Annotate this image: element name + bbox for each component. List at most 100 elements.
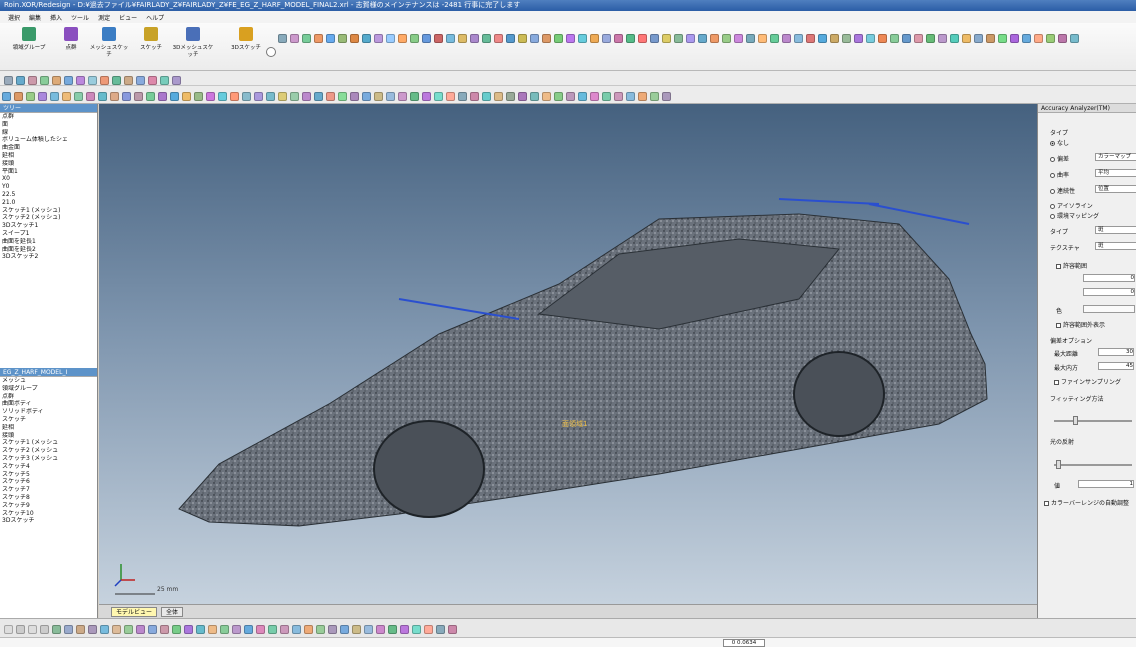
tool-icon-12[interactable] <box>410 33 419 43</box>
view-save-icon[interactable] <box>208 624 217 634</box>
tool-icon-45[interactable] <box>806 33 815 43</box>
region-icon[interactable] <box>112 624 121 634</box>
pan-icon[interactable] <box>146 91 155 101</box>
tree-item[interactable]: スケッチ2 (メッシュ) <box>0 214 97 222</box>
box-11-icon[interactable] <box>374 91 383 101</box>
tree-item[interactable]: ボリューム体積したシェ <box>0 136 97 144</box>
tool-icon-13[interactable] <box>422 33 431 43</box>
window-select-icon[interactable] <box>40 624 49 634</box>
sphere-icon[interactable] <box>76 75 85 85</box>
box-14-icon[interactable] <box>410 91 419 101</box>
box-6-icon[interactable] <box>314 91 323 101</box>
tool-icon-6[interactable] <box>338 33 347 43</box>
wire-icon[interactable] <box>182 91 191 101</box>
tool-icon-57[interactable] <box>950 33 959 43</box>
box-30-icon[interactable] <box>602 91 611 101</box>
tree-item[interactable]: X0 <box>0 175 97 183</box>
box-31-icon[interactable] <box>614 91 623 101</box>
tool-icon-56[interactable] <box>938 33 947 43</box>
tile-icon[interactable] <box>244 624 253 634</box>
box-8-icon[interactable] <box>338 91 347 101</box>
display-icon[interactable] <box>172 75 181 85</box>
tool-icon-40[interactable] <box>746 33 755 43</box>
tool-icon-15[interactable] <box>446 33 455 43</box>
section-icon[interactable] <box>160 75 169 85</box>
shade-icon[interactable] <box>170 91 179 101</box>
color-swatch[interactable] <box>1083 305 1135 313</box>
tab-all[interactable]: 全体 <box>161 607 184 617</box>
option-continuity[interactable]: 連続性 <box>1050 186 1075 195</box>
menu-tools[interactable]: ツール <box>71 13 89 22</box>
tool-icon-63[interactable] <box>1022 33 1031 43</box>
poly-select-icon[interactable] <box>28 624 37 634</box>
tool-icon-44[interactable] <box>794 33 803 43</box>
fine-sampling-check[interactable]: ファインサンプリング <box>1054 377 1121 386</box>
tool-icon-55[interactable] <box>926 33 935 43</box>
menu-edit[interactable]: 編集 <box>29 13 41 22</box>
hide-icon[interactable] <box>124 624 133 634</box>
view-top-icon[interactable] <box>50 91 59 101</box>
tree-item[interactable]: スケッチ2 (メッシュ <box>0 447 97 455</box>
tree-item[interactable]: スケッチ1 (メッシュ) <box>0 207 97 215</box>
point-cloud-button[interactable]: 点群 <box>50 27 92 67</box>
view-icon[interactable] <box>136 75 145 85</box>
select-icon[interactable] <box>4 75 13 85</box>
tool-icon-42[interactable] <box>770 33 779 43</box>
tree-item[interactable]: 21.0 <box>0 199 97 207</box>
tool-icon-9[interactable] <box>374 33 383 43</box>
material-icon[interactable] <box>412 624 421 634</box>
tree-item[interactable]: 3Dスケッチ2 <box>0 253 97 261</box>
link-icon[interactable] <box>280 624 289 634</box>
light-icon[interactable] <box>148 75 157 85</box>
zoom-region-icon[interactable] <box>148 624 157 634</box>
box-33-icon[interactable] <box>638 91 647 101</box>
position-select[interactable]: 位置 <box>1095 185 1136 193</box>
tool-icon-34[interactable] <box>674 33 683 43</box>
box-25-icon[interactable] <box>542 91 551 101</box>
box-20-icon[interactable] <box>482 91 491 101</box>
box-19-icon[interactable] <box>470 91 479 101</box>
tool-icon-47[interactable] <box>830 33 839 43</box>
undo-icon[interactable] <box>86 91 95 101</box>
tree-item[interactable]: 線 <box>0 129 97 137</box>
paint-icon[interactable] <box>52 75 61 85</box>
display-tolerance-check[interactable]: 許容範囲外表示 <box>1056 320 1105 329</box>
circle-select-icon[interactable] <box>16 624 25 634</box>
ruler-icon[interactable] <box>304 624 313 634</box>
menu-measure[interactable]: 測定 <box>98 13 110 22</box>
tool-icon-18[interactable] <box>482 33 491 43</box>
box-32-icon[interactable] <box>626 91 635 101</box>
tree-item[interactable]: スケッチ7 <box>0 486 97 494</box>
zoom-in-icon[interactable] <box>122 91 131 101</box>
zoom-out-icon[interactable] <box>134 91 143 101</box>
light-2-icon[interactable] <box>400 624 409 634</box>
filter-icon[interactable] <box>16 75 25 85</box>
tree-item[interactable]: 延相 <box>0 424 97 432</box>
view-front-icon[interactable] <box>2 91 11 101</box>
tool-icon-61[interactable] <box>998 33 1007 43</box>
tree-item[interactable]: スイープ1 <box>0 230 97 238</box>
view-iso-icon[interactable] <box>74 91 83 101</box>
3d-viewport[interactable]: 面領域1 25 mm <box>99 104 1037 604</box>
average-select[interactable]: 平均 <box>1095 169 1136 177</box>
curvature-icon[interactable] <box>230 91 239 101</box>
tool-icon-22[interactable] <box>530 33 539 43</box>
tool-icon-2[interactable] <box>290 33 299 43</box>
tool-icon-64[interactable] <box>1034 33 1043 43</box>
tool-icon-21[interactable] <box>518 33 527 43</box>
tree-item[interactable]: 平面1 <box>0 168 97 176</box>
help-icon[interactable] <box>448 624 457 634</box>
box-5-icon[interactable] <box>302 91 311 101</box>
tool-icon-51[interactable] <box>878 33 887 43</box>
settings-icon[interactable] <box>436 624 445 634</box>
box-7-icon[interactable] <box>326 91 335 101</box>
tool-icon-66[interactable] <box>1058 33 1067 43</box>
tool-icon-8[interactable] <box>362 33 371 43</box>
tree-item[interactable]: ソリッドボディ <box>0 408 97 416</box>
clip-icon[interactable] <box>376 624 385 634</box>
lasso-icon[interactable] <box>28 75 37 85</box>
tool-icon-20[interactable] <box>506 33 515 43</box>
tree-item[interactable]: 曲金面 <box>0 144 97 152</box>
box-16-icon[interactable] <box>434 91 443 101</box>
angle-icon[interactable] <box>316 624 325 634</box>
